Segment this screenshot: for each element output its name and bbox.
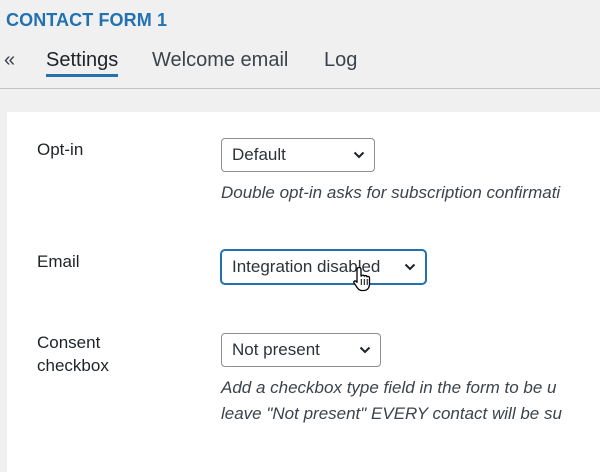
settings-panel: Opt-in Default Double opt-in asks for su…	[7, 112, 600, 472]
consent-description-line1: Add a checkbox type field in the form to…	[221, 378, 557, 397]
tab-welcome-email[interactable]: Welcome email	[152, 48, 288, 72]
email-select[interactable]: Integration disabled	[221, 250, 426, 284]
email-label: Email	[37, 252, 80, 271]
tab-settings[interactable]: Settings	[46, 48, 119, 77]
optin-select-value: Default	[232, 145, 286, 164]
optin-label: Opt-in	[37, 140, 84, 159]
chevron-down-icon	[404, 263, 416, 271]
page-title: CONTACT FORM 1	[6, 10, 168, 30]
chevron-down-icon	[353, 151, 365, 159]
back-link[interactable]: «	[4, 48, 15, 72]
consent-label-line2: checkbox	[37, 356, 109, 375]
header-divider	[0, 88, 600, 89]
consent-description-line2: leave "Not present" EVERY contact will b…	[221, 404, 562, 423]
consent-label-line1: Consent	[37, 333, 101, 352]
consent-select[interactable]: Not present	[221, 333, 381, 367]
consent-label: Consent checkbox	[37, 331, 109, 377]
hand-pointer-icon	[353, 266, 371, 292]
tab-bar: « Settings Welcome email Log	[0, 46, 600, 77]
optin-select[interactable]: Default	[221, 138, 375, 172]
chevron-down-icon	[359, 346, 371, 354]
optin-description: Double opt-in asks for subscription conf…	[221, 183, 561, 202]
consent-select-value: Not present	[232, 340, 320, 359]
tab-log[interactable]: Log	[324, 48, 357, 72]
